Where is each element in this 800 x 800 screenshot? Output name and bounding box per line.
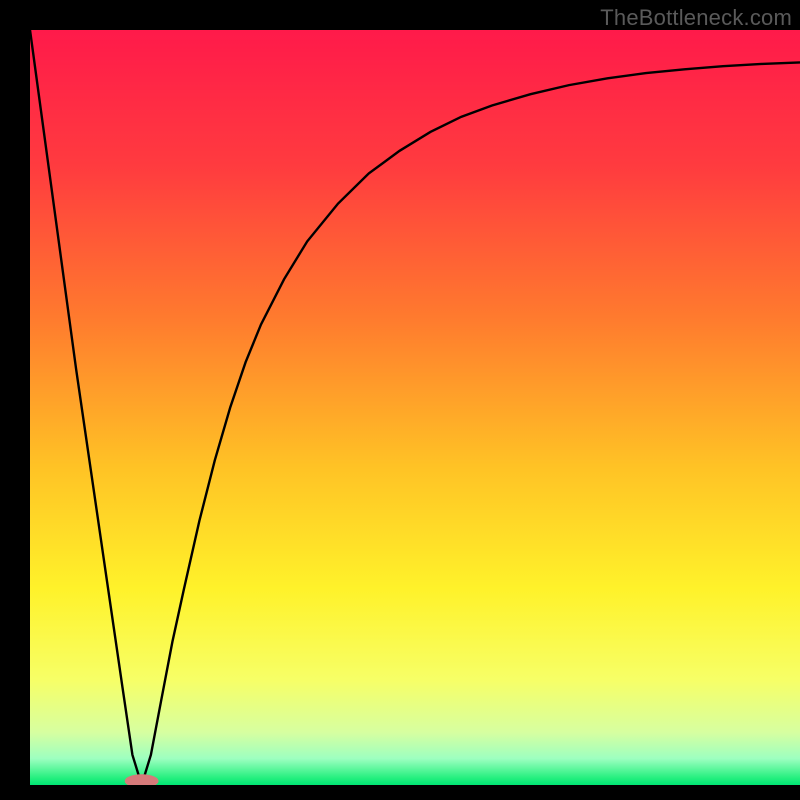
chart-frame: TheBottleneck.com	[0, 0, 800, 800]
bottleneck-chart	[30, 30, 800, 785]
gradient-background	[30, 30, 800, 785]
plot-area	[30, 30, 800, 785]
watermark-label: TheBottleneck.com	[600, 5, 792, 31]
